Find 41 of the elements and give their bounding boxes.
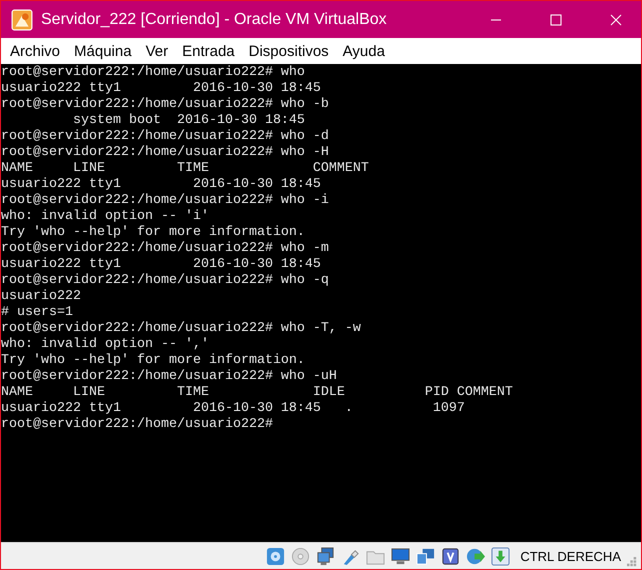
monitor-icon[interactable] [391,546,410,566]
menu-item[interactable]: Entrada [175,40,242,62]
terminal-line: # users=1 [1,305,74,321]
terminal-line: usuario222 tty1 2016-10-30 18:45 [1,81,322,97]
menu-item[interactable]: Archivo [3,40,68,62]
network-icon[interactable] [316,546,336,566]
terminal-line: NAME LINE TIME COMMENT [1,161,370,177]
menu-item[interactable]: Dispositivos [242,40,336,62]
terminal-line: root@servidor222:/home/usuario222# who [1,65,306,81]
terminal-line: Try 'who --help' for more information. [1,225,306,241]
terminal-line: usuario222 tty1 2016-10-30 18:45 [1,177,322,193]
menu-item[interactable]: Ayuda [336,40,392,62]
optical-disc-icon[interactable] [291,546,310,566]
terminal-line: usuario222 tty1 2016-10-30 18:45 . 1097 [1,401,466,417]
app-logo-icon [11,8,33,30]
terminal-line: Try 'who --help' for more information. [1,353,306,369]
terminal-line: root@servidor222:/home/usuario222# [1,417,274,433]
terminal-line: root@servidor222:/home/usuario222# who -T, -w [1,321,362,337]
terminal-line: root@servidor222:/home/usuario222# who -m [1,241,330,257]
download-icon[interactable] [491,546,510,566]
maximize-icon [550,14,562,26]
terminal-line: usuario222 tty1 2016-10-30 18:45 [1,257,322,273]
terminal-line: usuario222 [1,289,82,305]
window-title: Servidor_222 [Corriendo] - Oracle VM VirtualBox [41,10,388,28]
terminal-line: root@servidor222:/home/usuario222# who -H [1,145,330,161]
terminal-line: who: invalid option -- 'i' [1,209,210,225]
terminal-line: who: invalid option -- ',' [1,337,210,353]
chip-icon[interactable] [441,546,460,566]
terminal-line: NAME LINE TIME IDLE PID COMMENT [1,385,514,401]
close-icon [610,14,622,26]
menu-item[interactable]: Máquina [67,40,139,62]
resize-grip-icon[interactable] [627,557,637,567]
terminal-line: root@servidor222:/home/usuario222# who -b [1,97,330,113]
terminal-line: root@servidor222:/home/usuario222# who -q [1,273,330,289]
windows-icon[interactable] [416,546,436,566]
terminal-line: root@servidor222:/home/usuario222# who -d [1,129,330,145]
host-key-label: CTRL DERECHA [520,548,621,564]
terminal-line: system boot 2016-10-30 18:45 [72,113,306,129]
terminal-line: root@servidor222:/home/usuario222# who -uH [1,369,338,385]
terminal-line: root@servidor222:/home/usuario222# who -i [1,193,330,209]
menu-item[interactable]: Ver [138,40,176,62]
